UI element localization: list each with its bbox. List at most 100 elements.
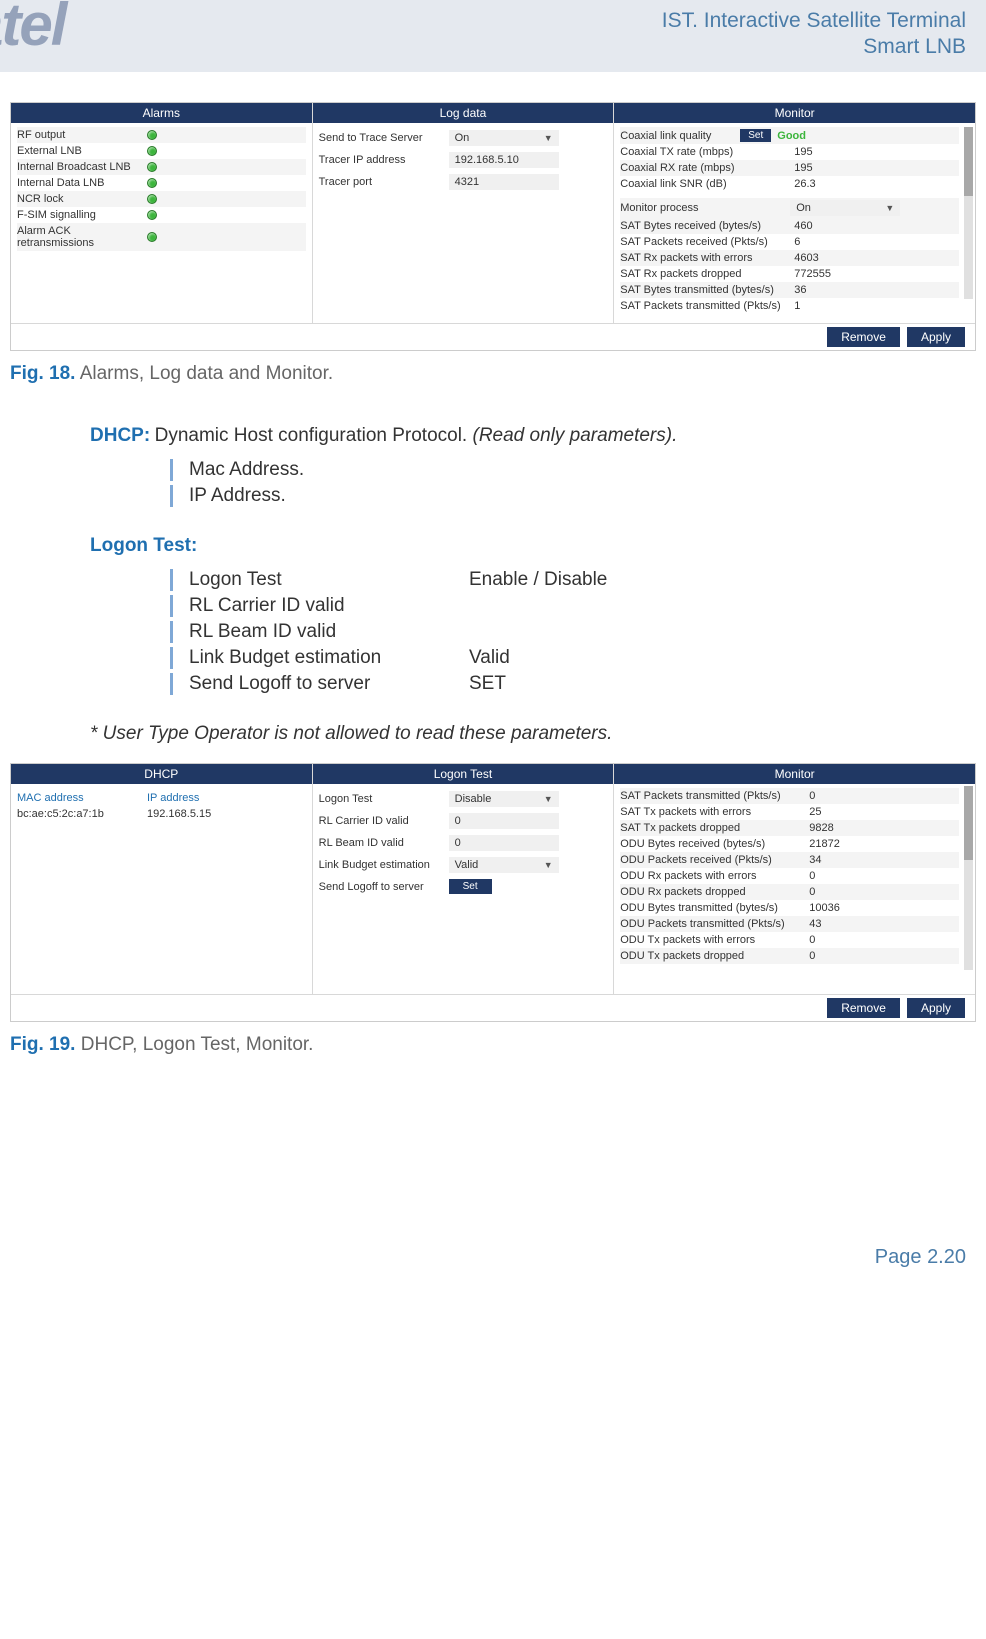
chevron-down-icon: ▼ xyxy=(544,794,553,804)
bullet-item: Mac Address. xyxy=(170,459,870,481)
fig19-screenshot: DHCP MAC address IP address bc:ae:c5:2c:… xyxy=(10,763,976,1022)
page-header: atel IST. Interactive Satellite Terminal… xyxy=(0,0,986,72)
monitor-value: 0 xyxy=(805,886,885,898)
operator-note: * User Type Operator is not allowed to r… xyxy=(90,723,976,745)
logdata-input[interactable]: On▼ xyxy=(449,130,559,146)
monitor-row: SAT Bytes transmitted (bytes/s)36 xyxy=(620,282,959,298)
remove-button[interactable]: Remove xyxy=(827,327,900,347)
logon-input[interactable]: 0 xyxy=(449,835,559,851)
monitor-value: 36 xyxy=(790,284,870,296)
monitor-label: SAT Rx packets with errors xyxy=(620,252,790,264)
bullet-text: Mac Address. xyxy=(189,459,304,481)
dhcp-panel-head: DHCP xyxy=(11,764,312,784)
monitor-row: Monitor processOn▼ xyxy=(620,198,959,218)
fig18-caption-num: Fig. 18. xyxy=(10,363,75,384)
dhcp-section-desc-em: (Read only parameters). xyxy=(473,425,678,446)
logon-input[interactable]: 0 xyxy=(449,813,559,829)
alarm-label: NCR lock xyxy=(17,193,147,205)
fig18-caption: Fig. 18. Alarms, Log data and Monitor. xyxy=(10,363,976,385)
monitor-row: ODU Bytes received (bytes/s)21872 xyxy=(620,836,959,852)
remove-button[interactable]: Remove xyxy=(827,998,900,1018)
button-bar: Remove Apply xyxy=(11,323,975,350)
monitor-label: SAT Tx packets with errors xyxy=(620,806,805,818)
monitor-row: SAT Bytes received (bytes/s)460 xyxy=(620,218,959,234)
monitor-value: 34 xyxy=(805,854,885,866)
logdata-input[interactable]: 192.168.5.10 xyxy=(449,152,559,168)
doc-title-line1: IST. Interactive Satellite Terminal xyxy=(662,8,966,34)
scrollbar[interactable] xyxy=(964,127,973,299)
bullet-item: RL Beam ID valid xyxy=(170,621,870,643)
logdata-label: Tracer IP address xyxy=(319,154,449,166)
bullet-bar-icon xyxy=(170,647,173,669)
bullet-bar-icon xyxy=(170,569,173,591)
logdata-panel-head: Log data xyxy=(313,103,614,123)
monitor-value: 43 xyxy=(805,918,885,930)
monitor-row: ODU Tx packets dropped0 xyxy=(620,948,959,964)
alarm-row: External LNB xyxy=(17,143,306,159)
logon-input[interactable]: Valid▼ xyxy=(449,857,559,873)
monitor-select[interactable]: On▼ xyxy=(790,200,900,216)
monitor-row: Coaxial link qualitySetGood xyxy=(620,127,959,144)
monitor-row: SAT Tx packets with errors25 xyxy=(620,804,959,820)
monitor-row: Coaxial link SNR (dB)26.3 xyxy=(620,176,959,192)
alarm-row: NCR lock xyxy=(17,191,306,207)
bullet-text: RL Beam ID valid xyxy=(189,621,469,643)
monitor-row: ODU Rx packets dropped0 xyxy=(620,884,959,900)
monitor-row: ODU Bytes transmitted (bytes/s)10036 xyxy=(620,900,959,916)
monitor-value: 21872 xyxy=(805,838,885,850)
monitor-value: 1 xyxy=(790,300,870,312)
alarm-label: External LNB xyxy=(17,145,147,157)
logdata-label: Tracer port xyxy=(319,176,449,188)
bullet-bar-icon xyxy=(170,595,173,617)
logon-label: Link Budget estimation xyxy=(319,859,449,871)
bullet-item: RL Carrier ID valid xyxy=(170,595,870,617)
logdata-row: Tracer IP address192.168.5.10 xyxy=(319,149,608,171)
alarms-panel: Alarms RF outputExternal LNBInternal Bro… xyxy=(11,103,313,323)
monitor-label: Coaxial RX rate (mbps) xyxy=(620,162,790,174)
monitor-value: 0 xyxy=(805,934,885,946)
monitor-row: SAT Tx packets dropped9828 xyxy=(620,820,959,836)
logdata-label: Send to Trace Server xyxy=(319,132,449,144)
set-button[interactable]: Set xyxy=(449,879,492,894)
bullet-item: Logon TestEnable / Disable xyxy=(170,569,870,591)
apply-button[interactable]: Apply xyxy=(907,327,965,347)
page-number: Page 2.20 xyxy=(0,1236,986,1289)
monitor-label: ODU Rx packets with errors xyxy=(620,870,805,882)
set-button[interactable]: Set xyxy=(740,129,771,142)
monitor-value: 10036 xyxy=(805,902,885,914)
apply-button[interactable]: Apply xyxy=(907,998,965,1018)
doc-title-block: IST. Interactive Satellite Terminal Smar… xyxy=(662,8,966,61)
status-dot-icon xyxy=(147,194,157,204)
logon-row: RL Beam ID valid0 xyxy=(319,832,608,854)
dhcp-section-desc: Dynamic Host configuration Protocol. xyxy=(155,425,473,446)
scrollbar[interactable]: .scroll-indicator.s2::after{top:50%; hei… xyxy=(964,786,973,970)
logon-label: RL Carrier ID valid xyxy=(319,815,449,827)
monitor-panel-head: Monitor xyxy=(614,103,975,123)
alarms-panel-head: Alarms xyxy=(11,103,312,123)
ip-col-head: IP address xyxy=(147,792,199,804)
chevron-down-icon: ▼ xyxy=(544,133,553,143)
monitor-row: ODU Packets received (Pkts/s)34 xyxy=(620,852,959,868)
fig19-caption: Fig. 19. DHCP, Logon Test, Monitor. xyxy=(10,1034,976,1056)
alarm-label: RF output xyxy=(17,129,147,141)
logon-row: RL Carrier ID valid0 xyxy=(319,810,608,832)
monitor-label: ODU Tx packets dropped xyxy=(620,950,805,962)
button-bar-19: Remove Apply xyxy=(11,994,975,1021)
logdata-row: Send to Trace ServerOn▼ xyxy=(319,127,608,149)
alarm-row: Alarm ACK retransmissions xyxy=(17,223,306,251)
monitor-value: 772555 xyxy=(790,268,870,280)
bullet-text: Send Logoff to server xyxy=(189,673,469,695)
monitor-label: Coaxial TX rate (mbps) xyxy=(620,146,790,158)
dhcp-section: DHCP: Dynamic Host configuration Protoco… xyxy=(90,425,870,507)
monitor-label: ODU Packets transmitted (Pkts/s) xyxy=(620,918,805,930)
logon-input[interactable]: Disable▼ xyxy=(449,791,559,807)
logon-label: Send Logoff to server xyxy=(319,881,449,893)
logon-label: Logon Test xyxy=(319,793,449,805)
logdata-input[interactable]: 4321 xyxy=(449,174,559,190)
monitor-row: SAT Packets received (Pkts/s)6 xyxy=(620,234,959,250)
alarm-row: RF output xyxy=(17,127,306,143)
status-dot-icon xyxy=(147,146,157,156)
monitor-row: SAT Rx packets dropped772555 xyxy=(620,266,959,282)
logon-panel-head: Logon Test xyxy=(313,764,614,784)
monitor-label: ODU Packets received (Pkts/s) xyxy=(620,854,805,866)
